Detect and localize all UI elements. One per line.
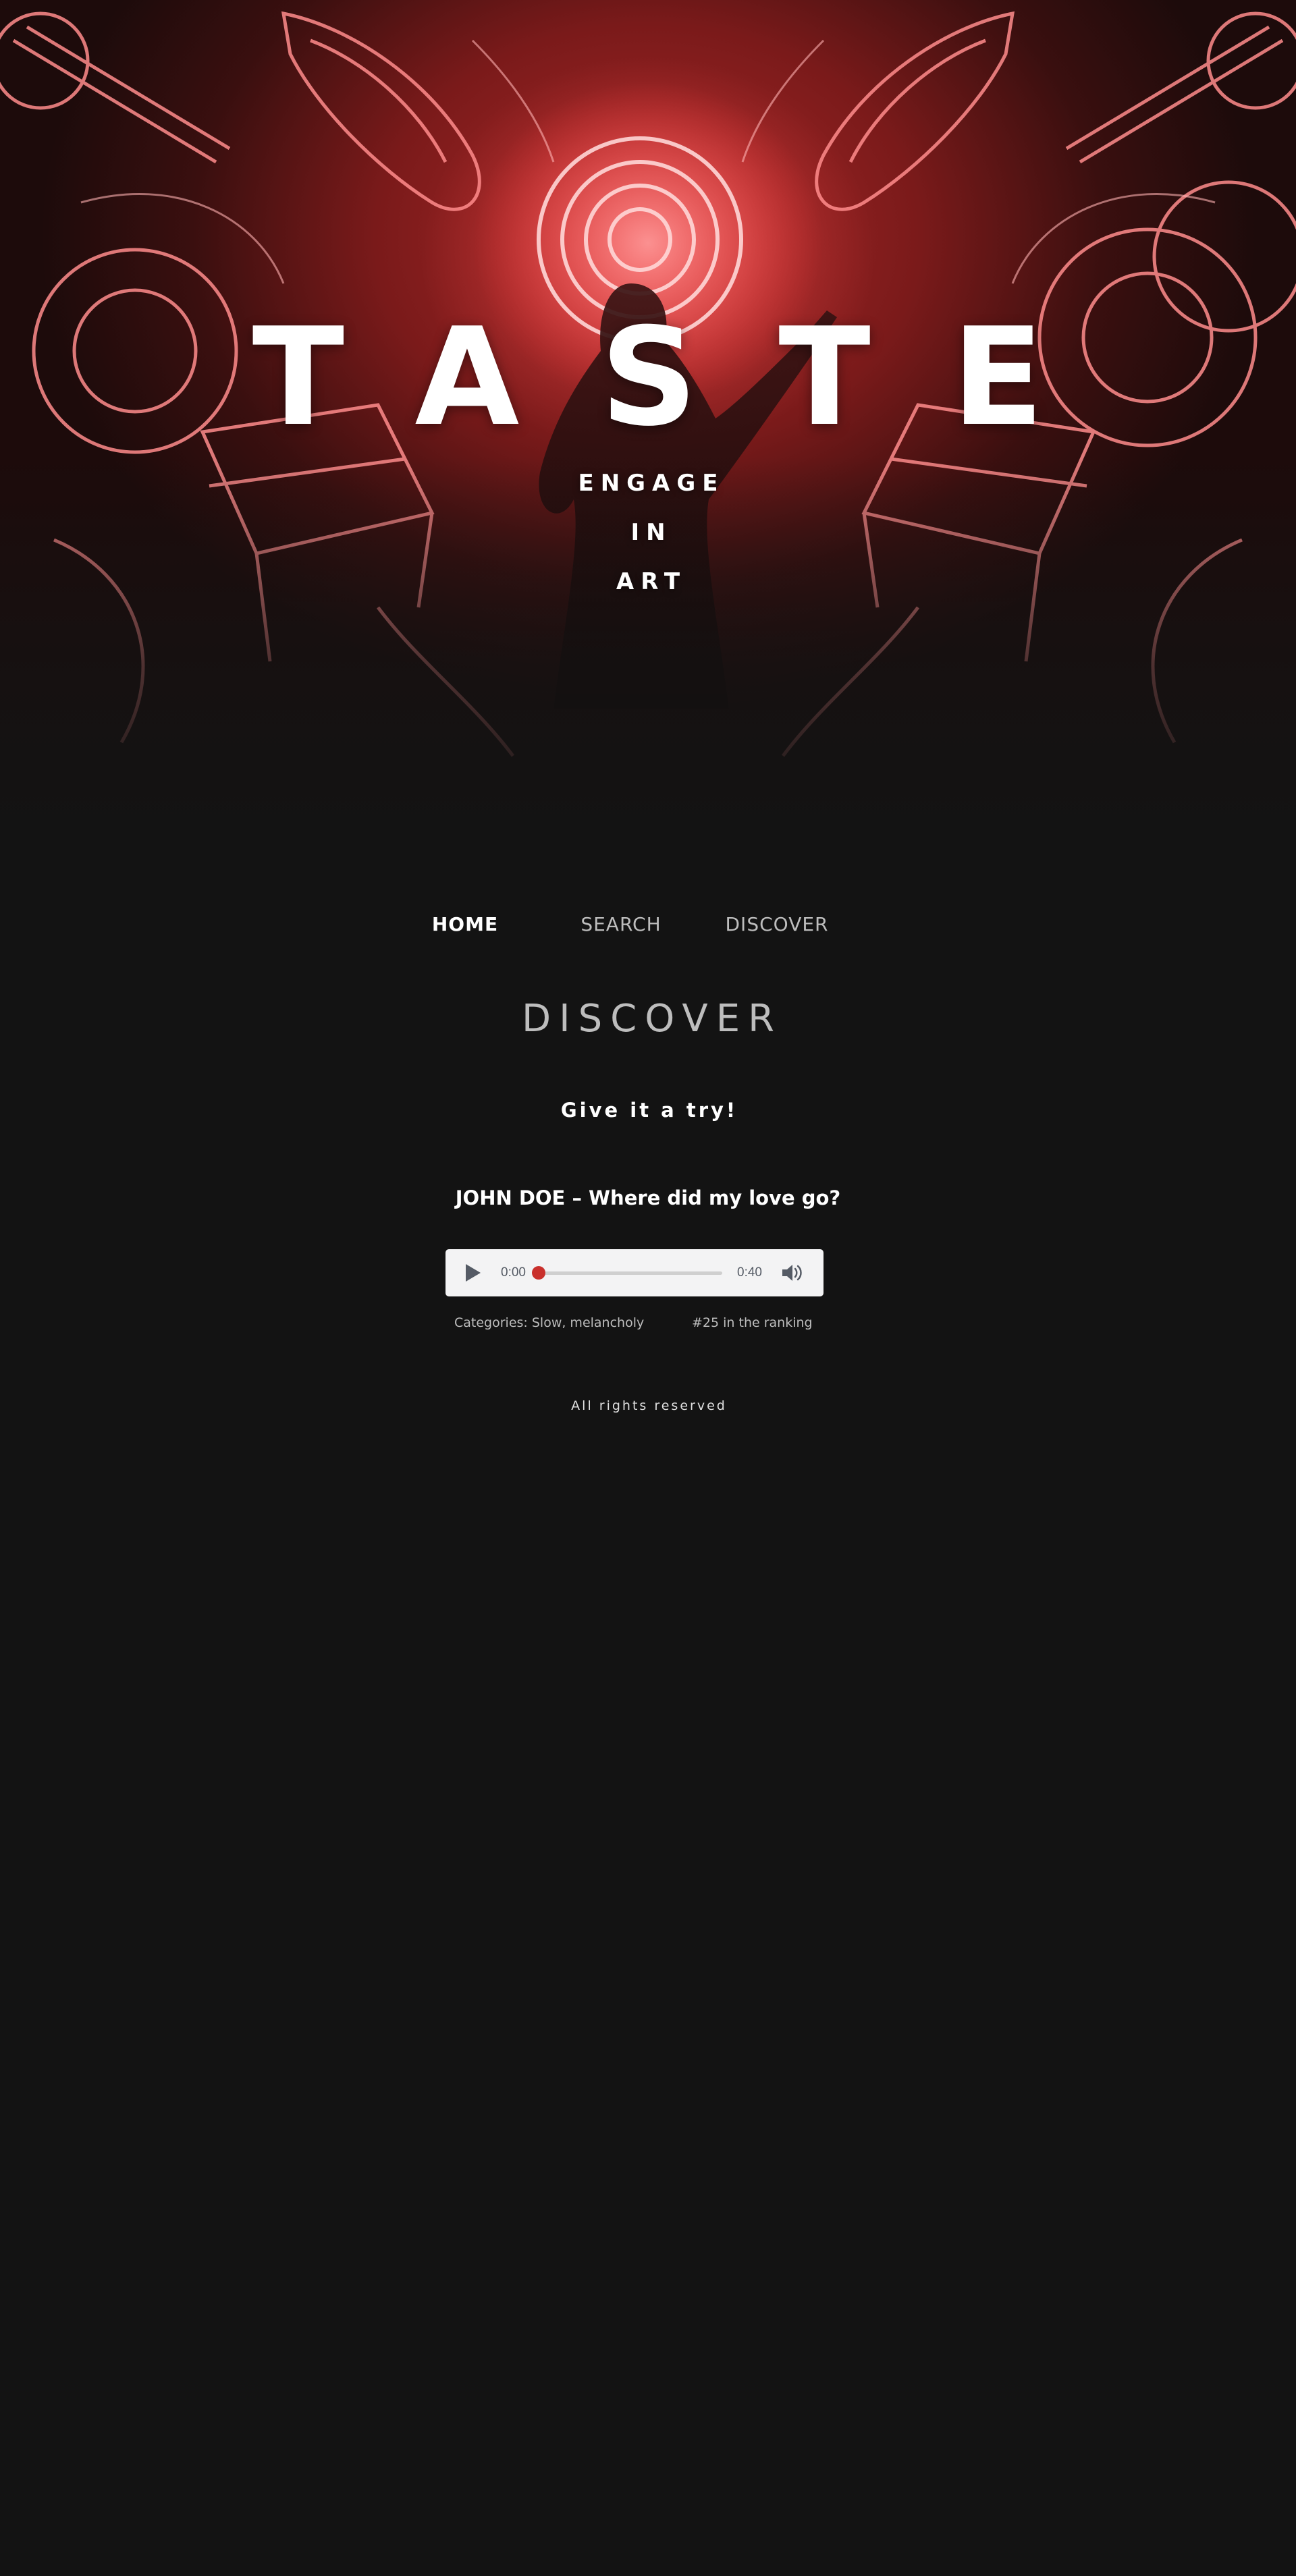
progress-track[interactable] xyxy=(539,1271,722,1275)
nav-item-home[interactable]: HOME xyxy=(387,908,543,941)
track-title: JOHN DOE – Where did my love go? xyxy=(455,1186,841,1209)
volume-button[interactable] xyxy=(780,1262,805,1284)
nav-item-search[interactable]: SEARCH xyxy=(543,908,699,941)
section-heading: DISCOVER xyxy=(522,997,782,1041)
site-title: TASTE xyxy=(252,299,1125,456)
audio-player: 0:00 0:40 xyxy=(446,1249,824,1296)
hero-banner: TASTE ENGAGE IN ART xyxy=(0,0,1296,830)
current-time: 0:00 xyxy=(501,1265,526,1280)
play-icon xyxy=(466,1264,481,1282)
main-navigation: HOME SEARCH DISCOVER xyxy=(0,908,1296,941)
nav-item-discover[interactable]: DISCOVER xyxy=(699,908,855,941)
progress-thumb[interactable] xyxy=(532,1266,545,1280)
play-button[interactable] xyxy=(462,1262,483,1284)
hero-tagline: ENGAGE IN ART xyxy=(0,459,1296,607)
track-meta: Categories: Slow, melancholy #25 in the … xyxy=(0,1313,1296,1333)
footer-text: All rights reserved xyxy=(571,1398,727,1413)
track-categories: Categories: Slow, melancholy xyxy=(454,1315,645,1330)
section-subtitle: Give it a try! xyxy=(560,1099,738,1122)
track-ranking: #25 in the ranking xyxy=(692,1315,813,1330)
volume-icon xyxy=(782,1265,802,1281)
tagline-line-1: ENGAGE xyxy=(578,470,725,497)
tagline-line-3: ART xyxy=(616,568,687,595)
tagline-line-2: IN xyxy=(630,519,672,546)
duration-time: 0:40 xyxy=(737,1265,762,1280)
